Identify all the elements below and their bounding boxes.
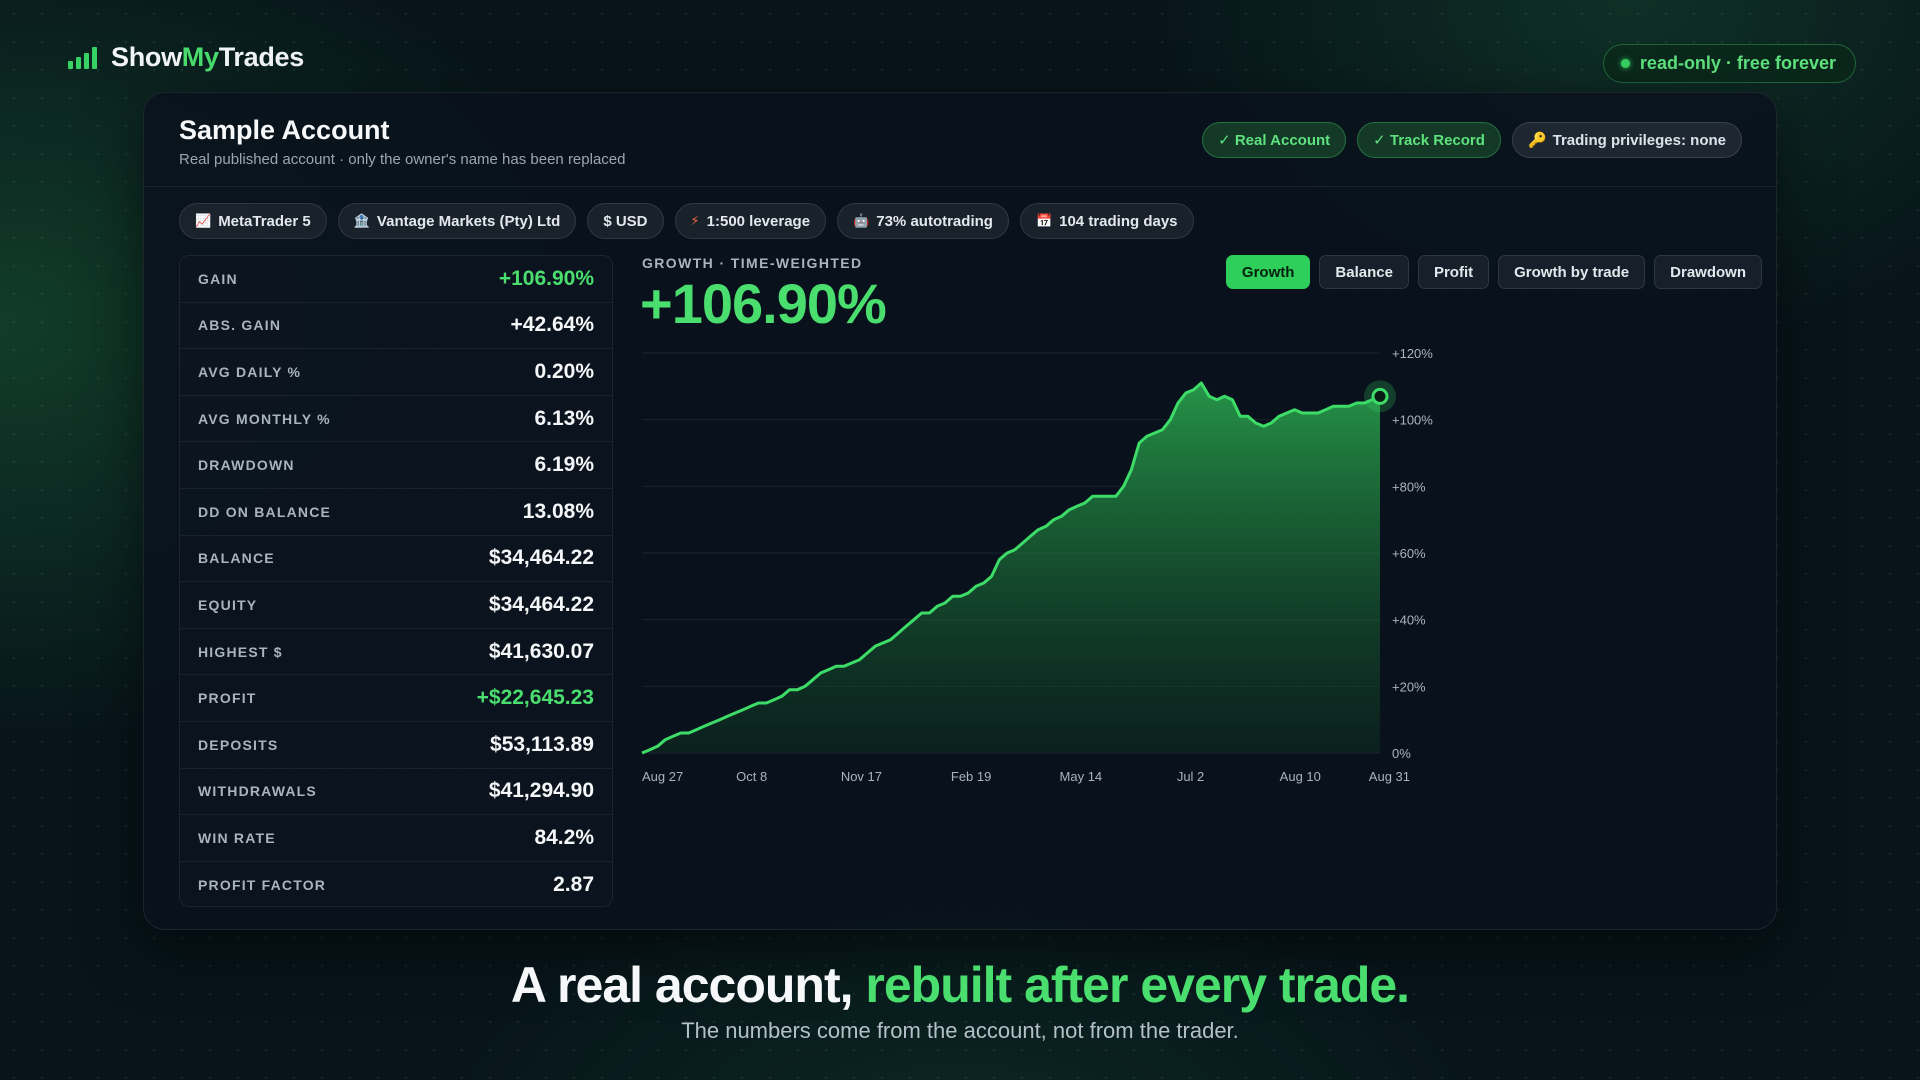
account-card: Sample Account Real published account · … <box>143 92 1777 930</box>
endpoint-marker[interactable] <box>1371 387 1389 405</box>
growth-area <box>642 383 1380 753</box>
y-tick-label: +100% <box>1392 413 1433 428</box>
brand-name: ShowMyTrades <box>111 42 304 72</box>
brand-logo[interactable]: ShowMyTrades <box>68 42 304 73</box>
y-tick-label: +120% <box>1392 346 1433 361</box>
x-tick-label: Feb 19 <box>951 769 991 784</box>
y-tick-label: 0% <box>1392 746 1411 761</box>
y-tick-label: +20% <box>1392 679 1426 694</box>
read-only-pill: read-only · free forever <box>1602 44 1856 83</box>
y-tick-label: +60% <box>1392 546 1426 561</box>
growth-chart: 0% +20% +40% +60% +80% +100% +120% Aug 27 Oct 8 N… <box>641 346 1433 784</box>
sub-tagline: The numbers come from the account, not f… <box>681 1018 1239 1043</box>
status-dot-icon <box>1620 59 1630 68</box>
x-tick-label: Nov 17 <box>841 769 882 784</box>
x-tick-label: Aug 31 <box>1369 769 1410 784</box>
read-only-pill-label: read-only · free forever <box>1639 53 1836 73</box>
x-tick-label: Aug 27 <box>642 769 683 784</box>
x-tick-label: Jul 2 <box>1177 769 1204 784</box>
x-tick-label: Aug 10 <box>1280 769 1321 784</box>
x-tick-label: Oct 8 <box>736 769 767 784</box>
bar-chart-icon <box>68 46 97 69</box>
tagline: A real account, rebuilt after every trad… <box>510 957 1410 1013</box>
y-tick-label: +80% <box>1392 479 1426 494</box>
x-tick-label: May 14 <box>1060 769 1103 784</box>
y-tick-label: +40% <box>1392 613 1426 628</box>
